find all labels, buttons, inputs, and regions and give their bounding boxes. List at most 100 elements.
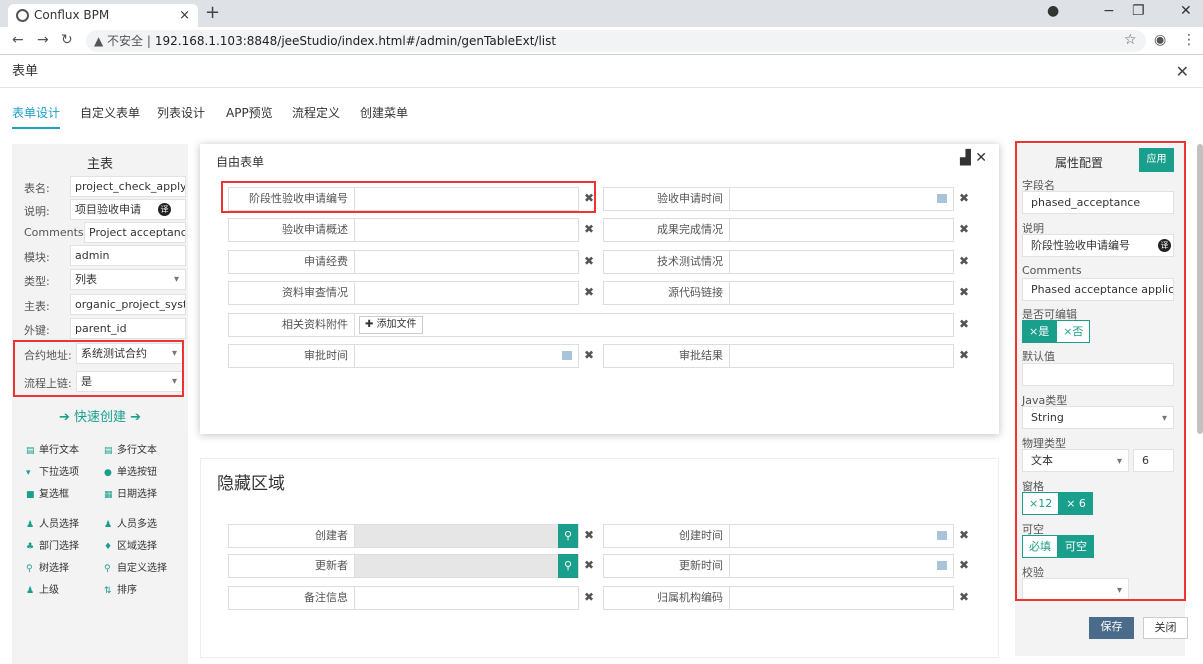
field-result[interactable]: 成果完成情况 ✖: [603, 218, 969, 242]
calendar-icon[interactable]: [562, 351, 572, 360]
component-checkbox[interactable]: ■ 复选框: [26, 485, 69, 500]
menu-kebab-icon[interactable]: ⋮: [1182, 32, 1196, 48]
delete-icon[interactable]: ✖: [584, 558, 594, 572]
component-dept[interactable]: ♣ 部门选择: [26, 537, 79, 552]
account-icon[interactable]: ◉: [1154, 32, 1166, 48]
field-update-time[interactable]: 更新时间 ✖: [603, 554, 969, 578]
field-approve-time[interactable]: 审批时间 ✖: [228, 344, 594, 368]
field-fund[interactable]: 申请经费 ✖: [228, 250, 594, 274]
row-label: 主表:: [24, 300, 50, 313]
delete-icon[interactable]: ✖: [584, 590, 594, 604]
component-label: 复选框: [39, 489, 69, 500]
modal-close-icon[interactable]: ✕: [975, 150, 987, 166]
delete-icon[interactable]: ✖: [959, 558, 969, 572]
browser-tab[interactable]: Conflux BPM ×: [8, 4, 198, 27]
delete-icon[interactable]: ✖: [959, 528, 969, 542]
row-comments: Comments: Project acceptance: [12, 222, 188, 244]
map-marker-icon: ♦: [104, 542, 113, 552]
calendar-icon[interactable]: [937, 531, 947, 540]
modal-controls: ▟ ✕: [960, 150, 987, 166]
tab-process-def[interactable]: 流程定义: [292, 104, 340, 121]
component-radio[interactable]: ● 单选按钮: [104, 463, 157, 478]
reload-icon[interactable]: ↻: [61, 32, 73, 48]
tab-list-design[interactable]: 列表设计: [157, 104, 205, 121]
save-button[interactable]: 保存: [1089, 617, 1134, 639]
table-name-input[interactable]: project_check_apply: [70, 176, 186, 197]
field-org-code[interactable]: 归属机构编码 ✖: [603, 586, 969, 610]
field-approve-result[interactable]: 审批结果 ✖: [603, 344, 969, 368]
delete-icon[interactable]: ✖: [584, 254, 594, 268]
field-apply-time[interactable]: 验收申请时间 ✖: [603, 187, 969, 211]
delete-icon[interactable]: ✖: [584, 348, 594, 362]
delete-icon[interactable]: ✖: [959, 285, 969, 299]
field-summary[interactable]: 验收申请概述 ✖: [228, 218, 594, 242]
row-label: Comments:: [24, 226, 88, 239]
tab-form-design[interactable]: 表单设计: [12, 104, 61, 129]
delete-icon[interactable]: ✖: [584, 285, 594, 299]
tab-close-icon[interactable]: ×: [179, 4, 190, 27]
component-users[interactable]: ♟ 人员多选: [104, 515, 157, 530]
type-select[interactable]: 列表: [70, 269, 186, 290]
close-button[interactable]: 关闭: [1143, 617, 1188, 639]
dialog-close-icon[interactable]: ✕: [1176, 56, 1189, 88]
delete-icon[interactable]: ✖: [959, 590, 969, 604]
field-creator[interactable]: 创建者 ⚲ ✖: [228, 524, 594, 548]
restore-icon[interactable]: ❐: [1132, 3, 1145, 19]
calendar-icon[interactable]: [937, 561, 947, 570]
delete-icon[interactable]: ✖: [959, 317, 969, 331]
scrollbar[interactable]: [1197, 144, 1203, 434]
add-file-button[interactable]: ✚ 添加文件: [359, 316, 423, 334]
url-field[interactable]: ▲ 不安全 | 192.168.1.103:8848/jeeStudio/inde…: [86, 30, 1146, 52]
field-source-link[interactable]: 源代码链接 ✖: [603, 281, 969, 305]
search-icon[interactable]: ⚲: [558, 524, 578, 548]
field-attachment[interactable]: 相关资料附件 ✚ 添加文件 ✖: [228, 313, 969, 337]
highlight-box: [221, 181, 596, 213]
component-label: 日期选择: [117, 489, 157, 500]
component-label: 上级: [39, 585, 59, 596]
field-updater[interactable]: 更新者 ⚲ ✖: [228, 554, 594, 578]
window-close-icon[interactable]: ✕: [1180, 3, 1192, 19]
component-date[interactable]: ▦ 日期选择: [104, 485, 157, 500]
main-table-input[interactable]: organic_project_system: [70, 294, 186, 315]
component-single-text[interactable]: ▤ 单行文本: [26, 441, 79, 456]
component-dropdown[interactable]: ▾ 下拉选项: [26, 463, 79, 478]
security-label: ▲ 不安全 |: [94, 34, 151, 48]
component-custom[interactable]: ⚲ 自定义选择: [104, 559, 167, 574]
sitemap-icon: ♣: [26, 542, 35, 552]
component-sort[interactable]: ⇅ 排序: [104, 581, 137, 596]
delete-icon[interactable]: ✖: [959, 254, 969, 268]
minimize-icon[interactable]: −: [1103, 3, 1115, 19]
profile-icon[interactable]: ●: [1047, 3, 1059, 19]
translate-icon[interactable]: 译: [158, 203, 171, 216]
delete-icon[interactable]: ✖: [959, 348, 969, 362]
field-tech-test[interactable]: 技术测试情况 ✖: [603, 250, 969, 274]
tab-app-preview[interactable]: APP预览: [226, 104, 273, 121]
component-parent[interactable]: ♟ 上级: [26, 581, 59, 596]
back-icon[interactable]: ←: [12, 32, 24, 48]
delete-icon[interactable]: ✖: [959, 191, 969, 205]
component-tree[interactable]: ⚲ 树选择: [26, 559, 69, 574]
field-remarks[interactable]: 备注信息 ✖: [228, 586, 594, 610]
bookmark-star-icon[interactable]: ☆: [1124, 32, 1137, 48]
component-multi-text[interactable]: ▤ 多行文本: [104, 441, 157, 456]
component-area[interactable]: ♦ 区域选择: [104, 537, 157, 552]
delete-icon[interactable]: ✖: [959, 222, 969, 236]
comments-input[interactable]: Project acceptance: [84, 222, 186, 243]
new-tab-button[interactable]: +: [205, 2, 220, 23]
calendar-icon[interactable]: [937, 194, 947, 203]
component-user[interactable]: ♟ 人员选择: [26, 515, 79, 530]
tab-create-menu[interactable]: 创建菜单: [360, 104, 408, 121]
module-input[interactable]: admin: [70, 245, 186, 266]
quick-create-button[interactable]: ➔ 快速创建 ➔: [12, 406, 188, 425]
field-doc-review[interactable]: 资料审查情况 ✖: [228, 281, 594, 305]
forward-icon[interactable]: →: [37, 32, 49, 48]
tab-custom-form[interactable]: 自定义表单: [80, 104, 140, 121]
field-create-time[interactable]: 创建时间 ✖: [603, 524, 969, 548]
delete-icon[interactable]: ✖: [584, 222, 594, 236]
foreign-key-input[interactable]: parent_id: [70, 318, 186, 339]
search-icon: ⚲: [104, 564, 111, 574]
calendar-icon: ▦: [104, 490, 113, 500]
search-icon[interactable]: ⚲: [558, 554, 578, 578]
maximize-icon[interactable]: ▟: [960, 150, 971, 166]
delete-icon[interactable]: ✖: [584, 528, 594, 542]
